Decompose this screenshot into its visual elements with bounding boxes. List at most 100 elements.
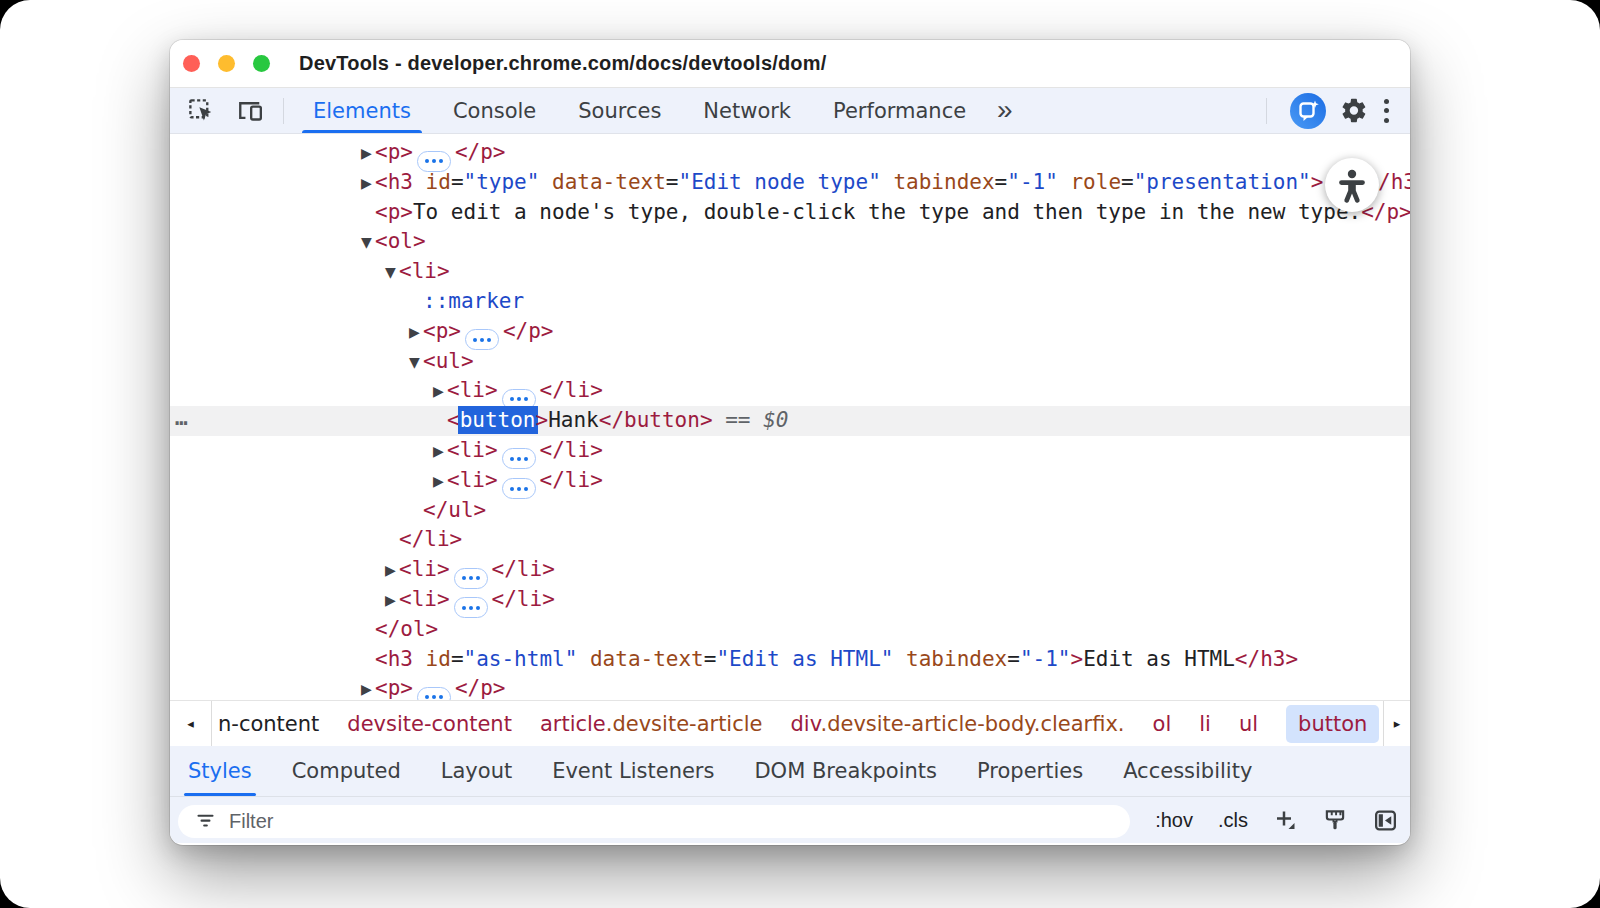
- kebab-menu-icon[interactable]: [1384, 99, 1389, 123]
- token-tag: </li>: [399, 527, 462, 551]
- breadcrumb-part-plain: n-content: [218, 712, 319, 736]
- dom-node[interactable]: ▶<h3 id="type" data-text="Edit node type…: [170, 168, 1410, 198]
- token-tag: <: [447, 408, 460, 432]
- token-tag: <p>: [375, 676, 413, 700]
- close-window-button[interactable]: [183, 55, 200, 72]
- sidebar-tab-dom-breakpoints[interactable]: DOM Breakpoints: [754, 746, 937, 796]
- expand-arrow-closed[interactable]: ▶: [409, 318, 423, 348]
- breadcrumb-part-tag: div: [791, 712, 821, 736]
- dom-node[interactable]: </li>: [170, 525, 1410, 555]
- dom-node[interactable]: <p>To edit a node's type, double-click t…: [170, 198, 1410, 228]
- breadcrumb-item[interactable]: div.devsite-article-body.clearfix.: [791, 712, 1125, 736]
- node-options-dots[interactable]: …: [175, 404, 189, 434]
- breadcrumb-part-tag: ol: [1153, 712, 1172, 736]
- dom-node[interactable]: ▼<li>: [170, 257, 1410, 287]
- token-tag: <li>: [447, 378, 498, 402]
- breadcrumb-part-tag: button: [1298, 712, 1367, 736]
- token-attr: id: [413, 170, 451, 194]
- tab-performance[interactable]: Performance: [812, 88, 987, 133]
- collapsed-children-ellipsis[interactable]: [417, 687, 451, 700]
- gemini-icon[interactable]: [1290, 93, 1326, 129]
- sidebar-tab-accessibility[interactable]: Accessibility: [1123, 746, 1252, 796]
- token-val: "-1": [1007, 170, 1058, 194]
- expand-arrow-closed[interactable]: ▶: [385, 556, 399, 586]
- breadcrumb-item[interactable]: ol: [1153, 712, 1172, 736]
- element-classes-button[interactable]: .cls: [1218, 809, 1248, 832]
- expand-arrow-open[interactable]: ▼: [385, 258, 399, 288]
- token-tag: </li>: [540, 468, 603, 492]
- dom-node[interactable]: ▶<p></p>: [170, 317, 1410, 347]
- token-tag: <li>: [399, 587, 450, 611]
- tab-console[interactable]: Console: [432, 88, 557, 133]
- inspect-element-icon[interactable]: [186, 97, 214, 125]
- filter-placeholder: Filter: [229, 810, 273, 833]
- breadcrumb-scroll-right-button[interactable]: ▸: [1383, 701, 1410, 746]
- dom-node[interactable]: ▼<ul>: [170, 347, 1410, 377]
- breadcrumb-item[interactable]: li: [1199, 712, 1211, 736]
- sidebar-tab-styles[interactable]: Styles: [188, 746, 252, 796]
- toolbar-divider-right: [1266, 98, 1267, 124]
- dom-node[interactable]: ▶<p></p>: [170, 674, 1410, 700]
- settings-gear-icon[interactable]: [1340, 97, 1368, 125]
- dom-node[interactable]: ::marker: [170, 287, 1410, 317]
- dom-node[interactable]: </ul>: [170, 496, 1410, 526]
- dom-node[interactable]: </ol>: [170, 615, 1410, 645]
- breadcrumb-scroll-left-button[interactable]: ◂: [170, 701, 212, 746]
- expand-arrow-closed[interactable]: ▶: [433, 437, 447, 467]
- token-punct: =: [1121, 170, 1134, 194]
- breadcrumb-item[interactable]: article.devsite-article: [540, 712, 763, 736]
- device-toolbar-icon[interactable]: [236, 97, 264, 125]
- token-tag: </p>: [503, 319, 554, 343]
- token-marker: ::marker: [423, 289, 524, 313]
- dom-node[interactable]: ▶<li></li>: [170, 466, 1410, 496]
- token-attr: tabindex: [881, 170, 995, 194]
- token-attr: role: [1058, 170, 1121, 194]
- sidebar-tab-properties[interactable]: Properties: [977, 746, 1083, 796]
- token-tag: <li>: [399, 557, 450, 581]
- breadcrumb-part-cls: .devsite-article-body.clearfix.: [820, 712, 1124, 736]
- dom-node[interactable]: ▶<p></p>: [170, 138, 1410, 168]
- tab-elements[interactable]: Elements: [292, 88, 432, 133]
- breadcrumb-item[interactable]: button: [1286, 705, 1379, 743]
- token-tag: </li>: [540, 378, 603, 402]
- token-tag: <ul>: [423, 349, 474, 373]
- tab-sources[interactable]: Sources: [557, 88, 682, 133]
- tab-network[interactable]: Network: [682, 88, 812, 133]
- expand-arrow-closed[interactable]: ▶: [361, 675, 375, 700]
- token-attr: tabindex: [893, 647, 1007, 671]
- sidebar-tab-computed[interactable]: Computed: [292, 746, 401, 796]
- expand-arrow-open[interactable]: ▼: [409, 348, 423, 378]
- dom-node[interactable]: ▶<li></li>: [170, 436, 1410, 466]
- sidebar-tab-layout[interactable]: Layout: [441, 746, 512, 796]
- expand-arrow-closed[interactable]: ▶: [361, 139, 375, 169]
- expand-arrow-closed[interactable]: ▶: [385, 586, 399, 616]
- dom-node[interactable]: ▼<ol>: [170, 227, 1410, 257]
- devtools-window: DevTools - developer.chrome.com/docs/dev…: [170, 40, 1410, 845]
- dom-node-selected[interactable]: …<button>Hank</button> == $0: [170, 406, 1410, 436]
- breadcrumb-part-tag: li: [1199, 712, 1211, 736]
- expand-arrow-open[interactable]: ▼: [361, 228, 375, 258]
- new-style-rule-button[interactable]: [1273, 808, 1297, 832]
- more-tabs-button[interactable]: »: [987, 86, 1023, 133]
- expand-arrow-closed[interactable]: ▶: [433, 377, 447, 407]
- token-text: Hank: [548, 408, 599, 432]
- dom-node[interactable]: ▶<li> </li>: [170, 376, 1410, 406]
- minimize-window-button[interactable]: [218, 55, 235, 72]
- filter-funnel-icon: [195, 811, 216, 832]
- zoom-window-button[interactable]: [253, 55, 270, 72]
- dom-node[interactable]: <h3 id="as-html" data-text="Edit as HTML…: [170, 645, 1410, 675]
- dom-node[interactable]: ▶<li></li>: [170, 555, 1410, 585]
- breadcrumb-item[interactable]: n-content: [218, 712, 319, 736]
- breadcrumb-item[interactable]: ul: [1239, 712, 1258, 736]
- rendering-brush-icon[interactable]: [1322, 807, 1348, 833]
- breadcrumb-item[interactable]: devsite-content: [347, 712, 512, 736]
- token-punct: =: [995, 170, 1008, 194]
- toggle-element-state-button[interactable]: :hov: [1155, 809, 1193, 832]
- show-sidebar-panel-icon[interactable]: [1373, 808, 1398, 833]
- expand-arrow-closed[interactable]: ▶: [433, 467, 447, 497]
- filter-input[interactable]: Filter: [178, 805, 1130, 838]
- dom-node[interactable]: ▶<li></li>: [170, 585, 1410, 615]
- expand-arrow-closed[interactable]: ▶: [361, 169, 375, 199]
- token-attr: id: [413, 647, 451, 671]
- sidebar-tab-event-listeners[interactable]: Event Listeners: [552, 746, 714, 796]
